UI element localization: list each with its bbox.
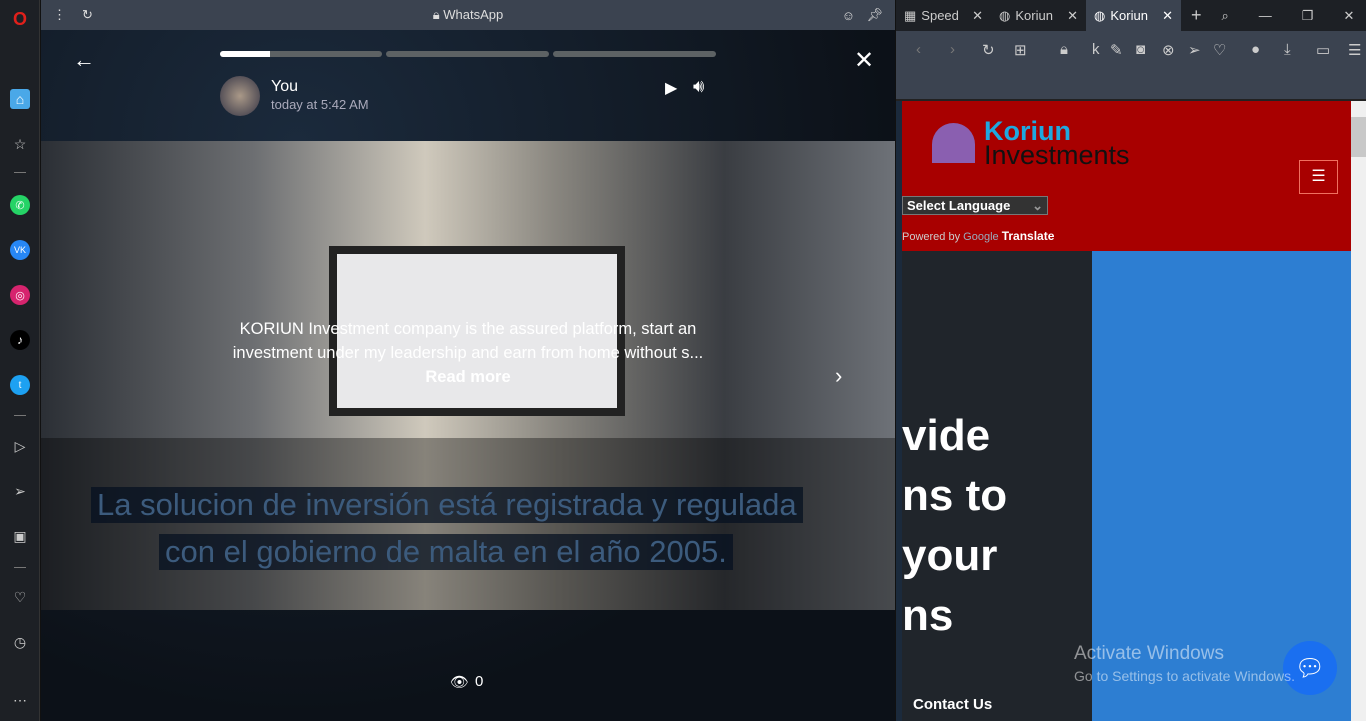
volume-icon[interactable]: 🔊︎ bbox=[693, 76, 704, 97]
caption-text: KORIUN Investment company is the assured… bbox=[232, 320, 704, 362]
contact-us-link[interactable]: Contact Us bbox=[913, 696, 992, 713]
grid-icon: ▦ bbox=[904, 7, 917, 23]
views-number: 0 bbox=[475, 673, 484, 690]
twitter-icon[interactable]: t bbox=[10, 375, 30, 395]
tab-koriun-2[interactable]: ◍ Koriun ✕ bbox=[1086, 0, 1181, 31]
hero-line: ns to bbox=[902, 471, 1008, 520]
browser-toolbar: ‹ › ↻ ⊞ 🔒︎ k ✎ ◙ ⊗ ➢ ♡ ● ⤓ ▭ ☰ bbox=[896, 31, 1366, 101]
bookmarks-icon[interactable]: ☆ bbox=[10, 134, 30, 154]
tab-label: Koriun bbox=[1015, 8, 1053, 23]
caption-overlay bbox=[41, 438, 895, 610]
settings-icon[interactable]: ☰ bbox=[1348, 41, 1361, 59]
close-tab-icon[interactable]: ✕ bbox=[972, 8, 983, 24]
divider bbox=[14, 415, 26, 416]
language-select[interactable]: Select Language ⌄ bbox=[902, 196, 1048, 215]
tab-label: Koriun bbox=[1110, 8, 1148, 23]
globe-icon: ◍ bbox=[1094, 7, 1106, 23]
new-tab-icon[interactable]: + bbox=[1191, 5, 1202, 26]
wallet-icon[interactable]: ▣ bbox=[10, 526, 30, 546]
heart-icon[interactable]: ♡ bbox=[10, 587, 30, 607]
reload-icon[interactable]: ↻ bbox=[982, 41, 995, 59]
opera-logo-icon[interactable]: O bbox=[10, 9, 30, 29]
panel-title: WhatsApp bbox=[443, 7, 504, 22]
send-icon[interactable]: ➢ bbox=[1188, 41, 1201, 59]
restore-icon[interactable]: ❐ bbox=[1302, 8, 1314, 24]
read-more-link[interactable]: Read more bbox=[425, 368, 510, 386]
logo-icon bbox=[932, 123, 975, 163]
whatsapp-icon[interactable]: ✆ bbox=[10, 195, 30, 215]
tiktok-icon[interactable]: ♪ bbox=[10, 330, 30, 350]
lock-icon[interactable]: 🔒︎ bbox=[1060, 41, 1068, 58]
activate-windows-title: Activate Windows bbox=[1074, 643, 1224, 664]
download-icon[interactable]: ⤓ bbox=[1284, 41, 1291, 58]
window-close-icon[interactable]: ✕ bbox=[1343, 8, 1354, 24]
url-text-icon[interactable]: k bbox=[1092, 41, 1100, 58]
powered-by-text: Powered by bbox=[902, 231, 961, 243]
opera-sidebar: O ⌂ ☆ ✆ VK ◎ ♪ t ▷ ➢ ▣ ♡ ◷ ⋯ bbox=[0, 0, 40, 721]
hero-line: your bbox=[902, 531, 998, 580]
status-caption: KORIUN Investment company is the assured… bbox=[223, 317, 713, 389]
minimize-icon[interactable]: — bbox=[1259, 8, 1272, 23]
pin-icon[interactable]: 📌︎ bbox=[866, 7, 883, 23]
status-author: You bbox=[271, 78, 298, 95]
tab-bar: ▦ Speed ✕ ◍ Koriun ✕ ◍ Koriun ✕ + ⌕ — ❐ ✕ bbox=[896, 0, 1366, 31]
profile-icon[interactable]: ● bbox=[1251, 41, 1260, 58]
progress-segment-1 bbox=[220, 51, 382, 57]
progress-segment-3 bbox=[553, 51, 716, 57]
site-header: Koriun Investments ☰ Select Language ⌄ Po… bbox=[902, 101, 1351, 251]
tab-label: Speed bbox=[921, 8, 959, 23]
panel-titlebar: ⋮ ↻ 🔒︎ WhatsApp ☺ 📌︎ bbox=[41, 0, 895, 30]
chevron-down-icon: ⌄ bbox=[1032, 198, 1043, 213]
eye-icon: 👁︎ bbox=[450, 674, 470, 691]
progress-segment-2 bbox=[386, 51, 549, 57]
home-icon[interactable]: ⌂ bbox=[10, 89, 30, 109]
globe-icon: ◍ bbox=[999, 7, 1011, 23]
divider bbox=[14, 172, 26, 173]
activate-windows-subtitle: Go to Settings to activate Windows. bbox=[1074, 668, 1295, 684]
divider bbox=[14, 567, 26, 568]
next-chevron-icon[interactable]: › bbox=[835, 363, 842, 389]
player-icon[interactable]: ▷ bbox=[10, 436, 30, 456]
battery-icon[interactable]: ▭ bbox=[1316, 41, 1330, 59]
search-tabs-icon[interactable]: ⌕ bbox=[1222, 8, 1229, 24]
views-count[interactable]: 👁︎ 0 bbox=[450, 673, 483, 691]
tabs-grid-icon[interactable]: ⊞ bbox=[1014, 41, 1027, 59]
status-time: today at 5:42 AM bbox=[271, 97, 369, 112]
back-icon[interactable]: ‹ bbox=[916, 41, 921, 58]
back-arrow-icon[interactable]: ← bbox=[73, 47, 95, 73]
play-icon[interactable]: ▶ bbox=[665, 78, 677, 98]
hero-line: vide bbox=[902, 411, 991, 460]
forward-icon[interactable]: › bbox=[950, 41, 955, 58]
emoji-icon[interactable]: ☺ bbox=[842, 8, 855, 23]
send-icon[interactable]: ➢ bbox=[10, 481, 30, 501]
google-logo: Google bbox=[963, 231, 999, 243]
camera-icon[interactable]: ◙ bbox=[1136, 41, 1145, 58]
browser-window: ▦ Speed ✕ ◍ Koriun ✕ ◍ Koriun ✕ + ⌕ — ❐ ✕ ‹ › … bbox=[896, 0, 1366, 721]
webpage: Koriun Investments ☰ Select Language ⌄ Po… bbox=[902, 101, 1351, 721]
close-tab-icon[interactable]: ✕ bbox=[1067, 8, 1078, 24]
whatsapp-panel: ⋮ ↻ 🔒︎ WhatsApp ☺ 📌︎ ← ✕ You today at 5:… bbox=[41, 0, 895, 721]
close-tab-icon[interactable]: ✕ bbox=[1162, 8, 1173, 24]
scrollbar-thumb[interactable] bbox=[1351, 117, 1366, 157]
translate-link[interactable]: Translate bbox=[1002, 229, 1055, 243]
powered-by: Powered by Google Translate bbox=[902, 229, 1054, 243]
avatar[interactable] bbox=[220, 76, 260, 116]
scrollbar[interactable] bbox=[1351, 101, 1366, 721]
tab-koriun-1[interactable]: ◍ Koriun ✕ bbox=[991, 0, 1086, 31]
more-icon[interactable]: ⋯ bbox=[10, 690, 30, 710]
tab-speed-dial[interactable]: ▦ Speed ✕ bbox=[896, 0, 991, 31]
select-value: Select Language bbox=[907, 198, 1011, 213]
lock-icon: 🔒︎ bbox=[432, 7, 440, 22]
hero-line: ns bbox=[902, 591, 954, 640]
instagram-icon[interactable]: ◎ bbox=[10, 285, 30, 305]
close-icon[interactable]: ✕ bbox=[854, 46, 874, 75]
adblock-icon[interactable]: ⊗ bbox=[1162, 41, 1175, 59]
vk-icon[interactable]: VK bbox=[10, 240, 30, 260]
hamburger-menu-button[interactable]: ☰ bbox=[1299, 160, 1338, 194]
brand-bottom[interactable]: Investments bbox=[984, 141, 1130, 169]
history-icon[interactable]: ◷ bbox=[10, 632, 30, 652]
edit-icon[interactable]: ✎ bbox=[1110, 41, 1123, 59]
heart-icon[interactable]: ♡ bbox=[1213, 41, 1226, 59]
